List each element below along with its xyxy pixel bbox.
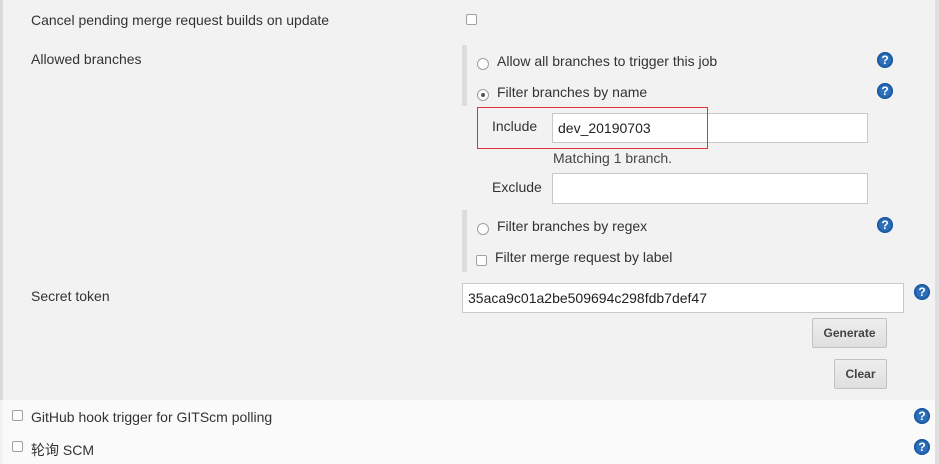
options-group-bar	[462, 210, 467, 272]
help-icon[interactable]	[914, 408, 930, 424]
radio-filter-by-name-label[interactable]: Filter branches by name	[497, 84, 647, 100]
radio-filter-by-name[interactable]	[477, 89, 489, 101]
help-icon[interactable]	[914, 439, 930, 455]
radio-filter-by-regex[interactable]	[477, 223, 489, 235]
exclude-input[interactable]	[552, 173, 868, 204]
secret-token-label: Secret token	[31, 288, 110, 304]
allowed-branches-label: Allowed branches	[31, 51, 142, 67]
github-hook-checkbox[interactable]	[12, 410, 23, 421]
generate-button[interactable]: Generate	[812, 318, 887, 348]
radio-filter-by-regex-label[interactable]: Filter branches by regex	[497, 218, 647, 234]
poll-scm-checkbox[interactable]	[12, 441, 23, 452]
radio-allow-all[interactable]	[477, 58, 489, 70]
exclude-label: Exclude	[492, 179, 542, 195]
scrollbar-track[interactable]	[935, 0, 939, 464]
filter-by-label-label[interactable]: Filter merge request by label	[495, 249, 672, 265]
help-icon[interactable]	[877, 83, 893, 99]
help-icon[interactable]	[877, 217, 893, 233]
highlight-box	[477, 107, 708, 149]
clear-button[interactable]: Clear	[834, 359, 887, 389]
cancel-pending-label: Cancel pending merge request builds on u…	[31, 12, 330, 28]
matching-text: Matching 1 branch.	[553, 150, 673, 166]
section-left-border	[0, 0, 3, 400]
github-hook-label[interactable]: GitHub hook trigger for GITScm polling	[31, 409, 272, 425]
filter-by-label-checkbox[interactable]	[476, 255, 487, 266]
help-icon[interactable]	[877, 52, 893, 68]
secret-token-input[interactable]	[462, 283, 904, 313]
poll-scm-label[interactable]: 轮询 SCM	[31, 440, 94, 460]
radio-allow-all-label[interactable]: Allow all branches to trigger this job	[497, 53, 717, 69]
options-group-bar	[462, 45, 467, 106]
cancel-pending-checkbox[interactable]	[466, 14, 477, 25]
help-icon[interactable]	[914, 284, 930, 300]
